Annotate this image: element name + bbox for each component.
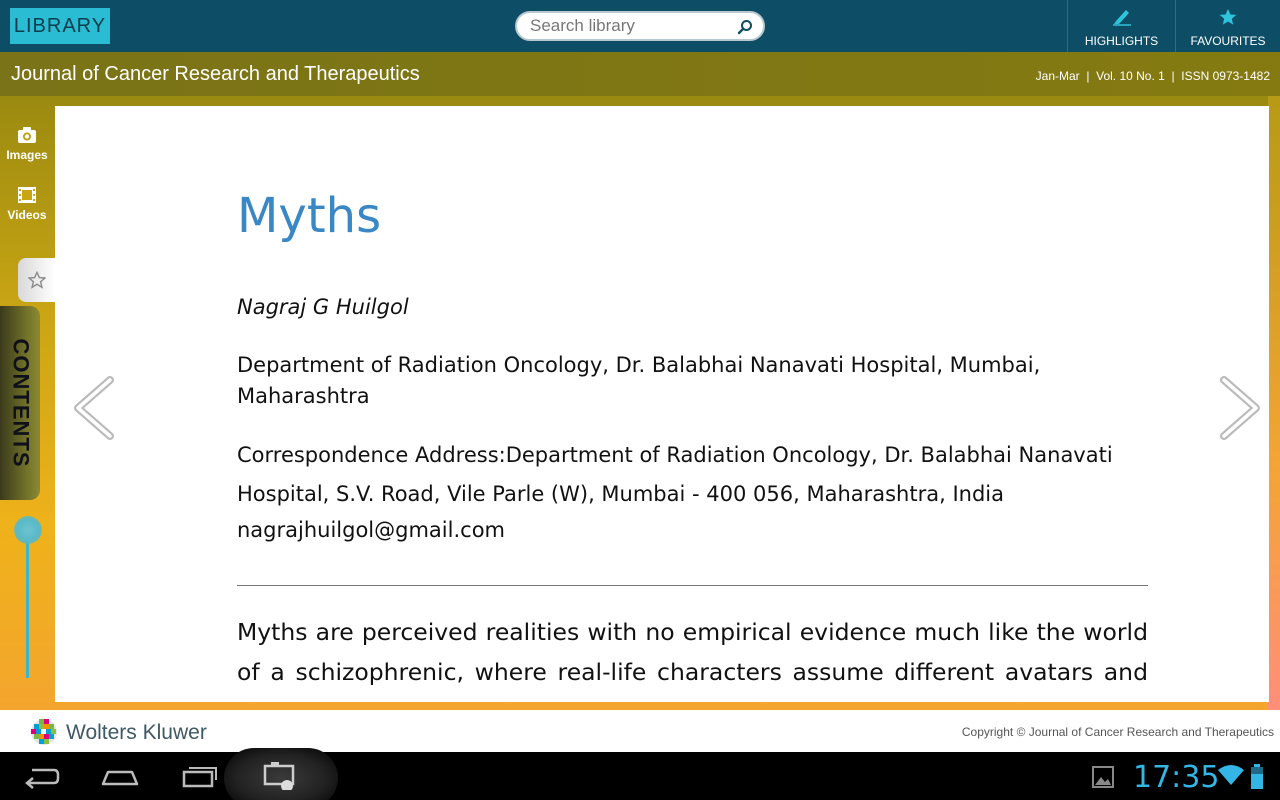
home-icon[interactable] [100, 760, 140, 792]
article-body: Myths are perceived realities with no em… [237, 618, 1148, 702]
favourites-tab[interactable]: FAVOURITES [1176, 0, 1280, 52]
page-edge [1268, 96, 1280, 710]
status-clock: 17:35 [1133, 760, 1220, 795]
contents-tab[interactable]: CONTENTS [0, 306, 40, 500]
search-box[interactable] [515, 11, 765, 41]
gallery-notification-icon [1092, 766, 1114, 788]
wolters-kluwer-logo-icon [31, 719, 57, 745]
page-slider-thumb[interactable] [14, 516, 42, 544]
library-button[interactable]: LIBRARY [10, 8, 110, 44]
author-email[interactable]: nagrajhuilgol@gmail.com [237, 518, 505, 542]
journal-bar: Journal of Cancer Research and Therapeut… [0, 52, 1280, 96]
search-icon[interactable] [737, 19, 753, 35]
camera-icon [18, 127, 36, 143]
videos-button[interactable]: Videos [0, 186, 54, 222]
journal-title: Journal of Cancer Research and Therapeut… [11, 63, 420, 85]
wifi-icon [1218, 765, 1244, 785]
footer: Wolters Kluwer Copyright © Journal of Ca… [0, 710, 1280, 752]
publisher-name: Wolters Kluwer [66, 721, 207, 744]
search-input[interactable] [530, 16, 730, 36]
film-icon [18, 187, 36, 203]
previous-page-arrow-icon[interactable] [72, 376, 116, 440]
screenshot-button-glow[interactable] [224, 748, 338, 800]
star-outline-icon [27, 271, 46, 289]
article-page[interactable]: Myths Nagraj G Huilgol Department of Rad… [55, 106, 1269, 702]
highlighter-icon [1112, 10, 1131, 26]
system-navigation-bar: 17:35 [0, 748, 1280, 800]
recent-apps-icon[interactable] [180, 760, 220, 792]
article-author: Nagraj G Huilgol [237, 295, 409, 319]
next-page-arrow-icon[interactable] [1218, 376, 1262, 440]
battery-icon [1251, 764, 1263, 789]
images-label: Images [6, 148, 48, 162]
author-affiliation: Department of Radiation Oncology, Dr. Ba… [237, 353, 1041, 408]
top-bar: LIBRARY HIGHLIGHTS FAVOURITES [0, 0, 1280, 52]
copyright-notice: Copyright © Journal of Cancer Research a… [961, 725, 1274, 739]
correspondence-address: Correspondence Address:Department of Rad… [237, 443, 1113, 506]
screenshot-icon [263, 762, 295, 790]
article-title: Myths [237, 188, 382, 244]
highlights-tab[interactable]: HIGHLIGHTS [1068, 0, 1175, 52]
divider [237, 585, 1148, 586]
images-button[interactable]: Images [0, 126, 54, 162]
videos-label: Videos [7, 208, 47, 222]
highlights-label: HIGHLIGHTS [1084, 34, 1159, 48]
star-icon [1219, 8, 1237, 25]
contents-label: CONTENTS [8, 338, 33, 468]
back-icon[interactable] [22, 760, 62, 792]
favourites-label: FAVOURITES [1190, 34, 1266, 48]
issue-info: Jan-Mar | Vol. 10 No. 1 | ISSN 0973-1482 [1035, 69, 1270, 83]
bookmark-tab[interactable] [18, 258, 55, 302]
